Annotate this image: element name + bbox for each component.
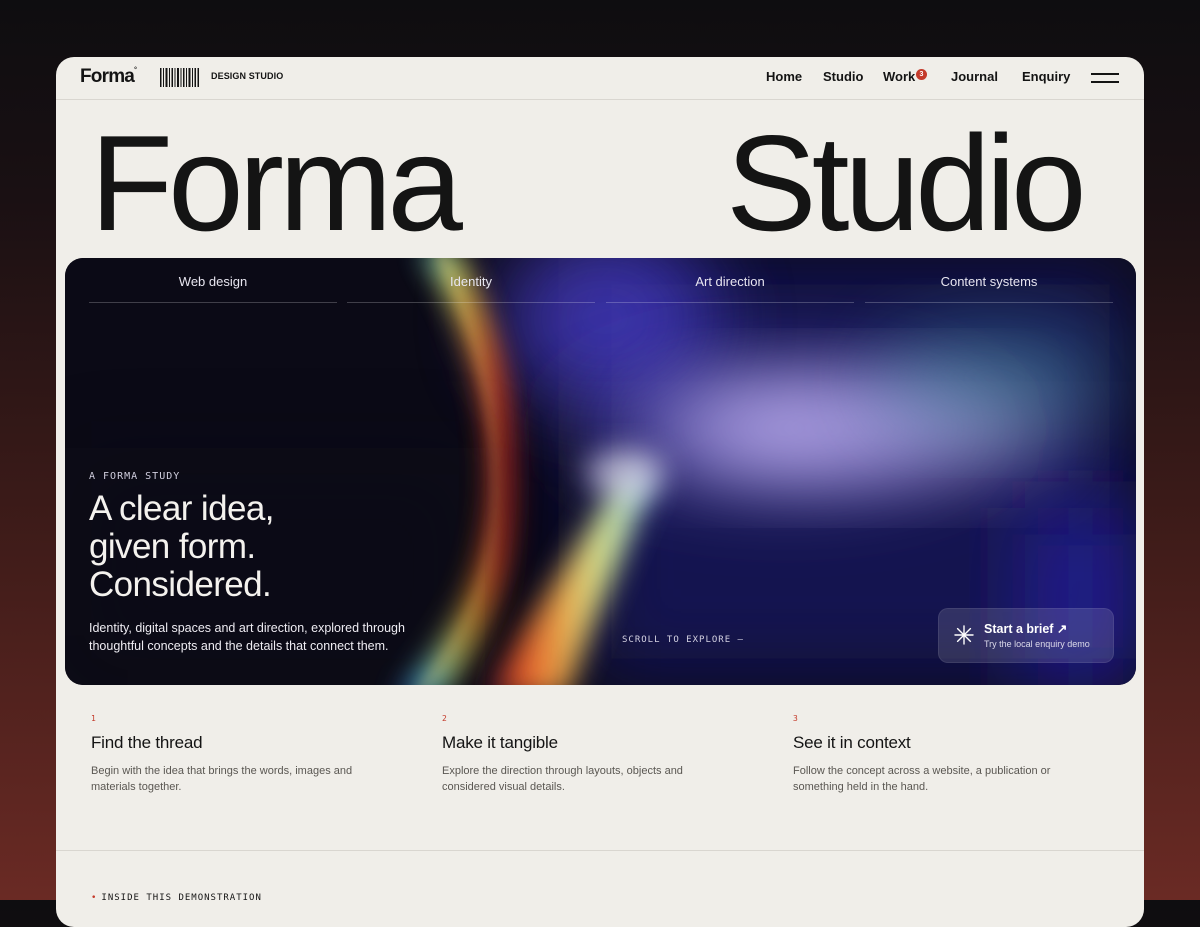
hero-title-right: Studio bbox=[726, 107, 1087, 259]
feature-headline: A clear idea, given form. Considered. bbox=[89, 490, 409, 604]
tab-art-direction[interactable]: Art direction bbox=[606, 258, 854, 303]
step-title: Make it tangible bbox=[442, 733, 558, 752]
headline-line-2: given form. bbox=[89, 527, 256, 566]
brand-logo-mark: ° bbox=[134, 66, 137, 74]
site-window: Forma° DESIGN STUDIO Home Studio Work 3 … bbox=[56, 57, 1144, 927]
brand-tagline: DESIGN STUDIO bbox=[211, 71, 284, 81]
asterisk-icon bbox=[954, 625, 974, 645]
nav-studio[interactable]: Studio bbox=[823, 69, 863, 84]
nav-home[interactable]: Home bbox=[766, 69, 802, 84]
step-description: Explore the direction through layouts, o… bbox=[442, 765, 683, 793]
feature-eyebrow: A FORMA STUDY bbox=[89, 471, 181, 482]
feature-card: Web design Identity Art direction Conten… bbox=[65, 258, 1136, 685]
process-step: 3 See it in context Follow the concept a… bbox=[793, 714, 1093, 795]
step-title: See it in context bbox=[793, 733, 911, 752]
step-number: 1 bbox=[91, 714, 96, 723]
work-count-badge: 3 bbox=[916, 69, 927, 80]
section-divider bbox=[56, 850, 1144, 851]
brand-logo[interactable]: Forma° bbox=[80, 66, 137, 88]
brand-logo-text: Forma bbox=[80, 66, 135, 87]
step-title: Find the thread bbox=[91, 733, 203, 752]
barcode-icon bbox=[160, 68, 199, 87]
headline-line-3: Considered. bbox=[89, 565, 272, 604]
step-number: 3 bbox=[793, 714, 798, 723]
step-description: Follow the concept across a website, a p… bbox=[793, 765, 1051, 793]
hamburger-menu-icon[interactable] bbox=[1091, 72, 1119, 84]
nav-work[interactable]: Work bbox=[883, 69, 915, 84]
feature-lead-text: Identity, digital spaces and art directi… bbox=[89, 621, 405, 653]
hero-title-left: Forma bbox=[90, 107, 463, 259]
step-number: 2 bbox=[442, 714, 447, 723]
headline-line-1: A clear idea, bbox=[89, 489, 274, 528]
nav-enquiry[interactable]: Enquiry bbox=[1022, 69, 1070, 84]
bullet-dot-icon: • bbox=[91, 893, 98, 903]
tab-identity[interactable]: Identity bbox=[347, 258, 595, 303]
tab-web-design[interactable]: Web design bbox=[89, 258, 337, 303]
start-brief-button[interactable]: Start a brief ↗ Try the local enquiry de… bbox=[938, 608, 1114, 663]
tab-content-systems[interactable]: Content systems bbox=[865, 258, 1113, 303]
process-step: 2 Make it tangible Explore the direction… bbox=[442, 714, 742, 795]
section-label-text: INSIDE THIS DEMONSTRATION bbox=[101, 893, 262, 903]
nav-journal[interactable]: Journal bbox=[951, 69, 998, 84]
scroll-to-explore-link[interactable]: SCROLL TO EXPLORE — bbox=[622, 635, 744, 645]
start-brief-subtitle: Try the local enquiry demo bbox=[984, 639, 1090, 649]
top-navigation-bar: Forma° DESIGN STUDIO Home Studio Work 3 … bbox=[56, 57, 1144, 100]
process-step: 1 Find the thread Begin with the idea th… bbox=[91, 714, 391, 795]
step-description: Begin with the idea that brings the word… bbox=[91, 765, 353, 793]
section-label: • INSIDE THIS DEMONSTRATION bbox=[91, 893, 262, 903]
start-brief-title: Start a brief ↗ bbox=[984, 622, 1068, 636]
